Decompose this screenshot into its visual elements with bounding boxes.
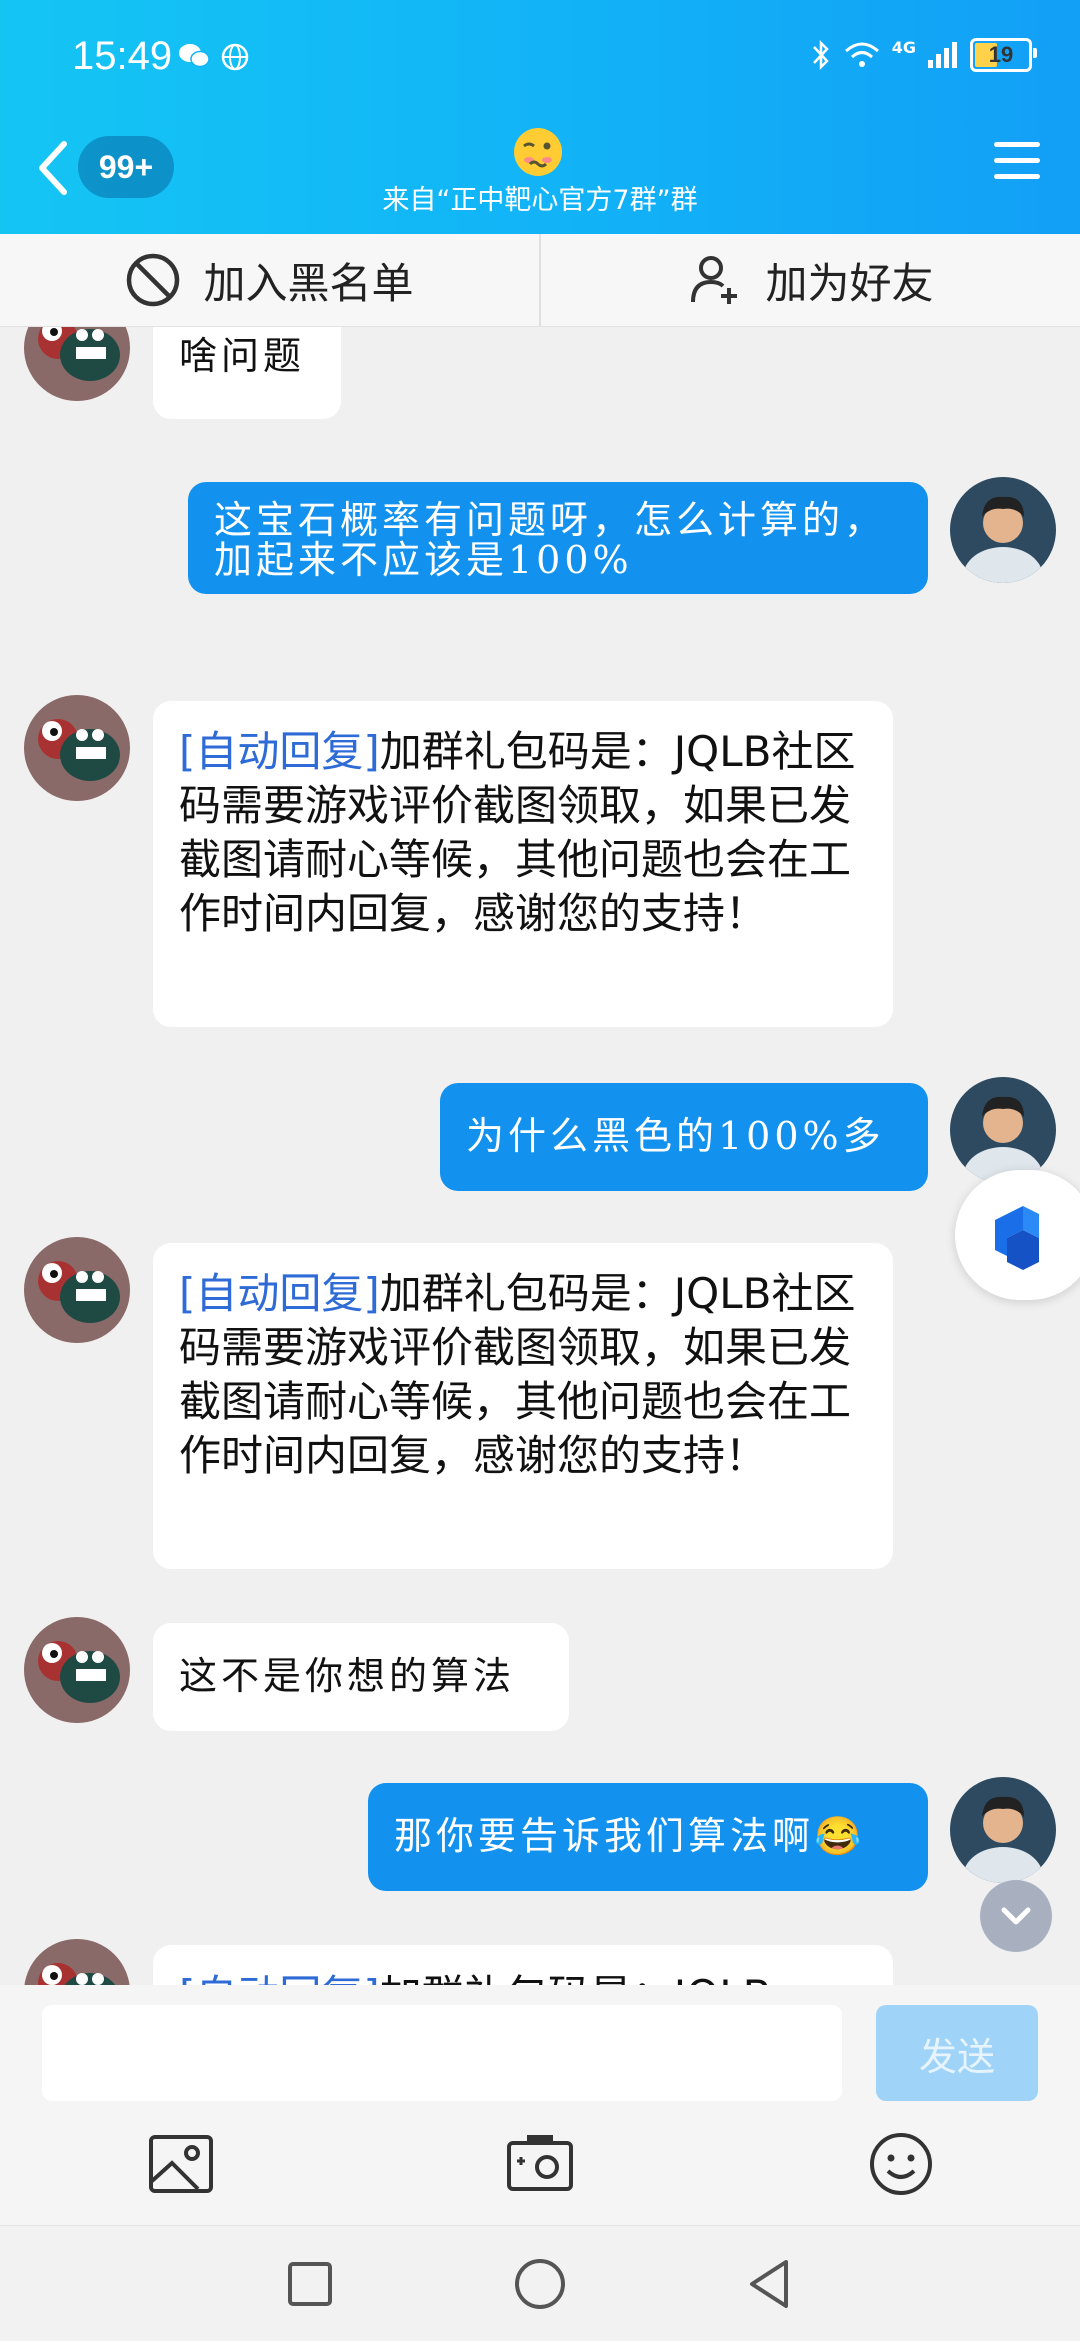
blacklist-button[interactable]: 加入黑名单	[0, 234, 539, 326]
message-text: 为什么黑色的100%多	[466, 1114, 885, 1158]
message-bubble-in[interactable]: 这不是你想的算法	[153, 1623, 569, 1731]
self-avatar[interactable]	[950, 477, 1056, 583]
person-avatar-icon	[950, 477, 1056, 583]
sender-avatar[interactable]	[24, 1939, 130, 1985]
cube-icon	[995, 1206, 1039, 1270]
person-avatar-icon	[950, 1077, 1056, 1183]
battery-level: 19	[988, 42, 1014, 67]
globe-icon	[221, 43, 249, 71]
sender-avatar[interactable]	[24, 695, 130, 801]
emoji-icon[interactable]	[866, 2131, 936, 2197]
self-avatar[interactable]	[950, 1077, 1056, 1183]
monster-avatar-icon	[24, 1237, 130, 1343]
person-avatar-icon	[950, 1777, 1056, 1883]
circle-icon[interactable]	[510, 2254, 570, 2314]
composer: 发送	[0, 1985, 1080, 2225]
action-bar: 加入黑名单 加为好友	[0, 234, 1080, 327]
system-nav-bar	[0, 2225, 1080, 2341]
monster-avatar-icon	[24, 695, 130, 801]
message-bubble-in[interactable]: [自动回复]加群礼包码是：JQLB社区码需要游戏评价截图领取，如果已发截图请耐心…	[153, 701, 893, 1027]
blacklist-label: 加入黑名单	[203, 258, 414, 308]
add-friend-button[interactable]: 加为好友	[541, 234, 1080, 326]
self-avatar[interactable]	[950, 1777, 1056, 1883]
message-text: 啥问题	[179, 334, 306, 378]
add-friend-label: 加为好友	[765, 258, 934, 308]
woozy-face-icon	[514, 128, 562, 176]
status-left-icons	[178, 42, 250, 72]
sender-avatar[interactable]	[24, 1617, 130, 1723]
sender-avatar[interactable]	[24, 1237, 130, 1343]
battery-icon: 19	[970, 38, 1037, 72]
message-text: 这宝石概率有问题呀，怎么计算的，加起来不应该是100%	[214, 498, 887, 582]
status-right-icons: 4G 19	[810, 37, 1037, 72]
scroll-down-button[interactable]	[980, 1880, 1052, 1952]
menu-icon[interactable]	[994, 142, 1040, 186]
wechat-icon	[179, 44, 210, 68]
status-bar: 15:49 4G 19	[0, 0, 1080, 120]
floating-app-button[interactable]	[955, 1170, 1080, 1300]
chat-area[interactable]: 啥问题 这宝石概率有问题呀，怎么计算的，加起来不应该是100% [自动回复]加群…	[0, 327, 1080, 1985]
monster-avatar-icon	[24, 1617, 130, 1723]
status-time: 15:49	[72, 34, 173, 78]
nav-bar: 99+ 来自“正中靶心官方7群”群	[0, 120, 1080, 234]
header: 15:49 4G 19 99+ 来自“正中靶心官方7群”群	[0, 0, 1080, 234]
message-text: 这不是你想的算法	[179, 1654, 516, 1698]
camera-icon[interactable]	[505, 2131, 575, 2197]
network-type-label: 4G	[891, 37, 916, 57]
triangle-back-icon[interactable]	[740, 2254, 800, 2314]
message-bubble-in[interactable]: 啥问题	[153, 327, 341, 419]
block-icon	[127, 253, 180, 307]
auto-reply-tag: [自动回复]	[179, 727, 380, 776]
message-bubble-in[interactable]: [自动回复]加群礼包码是：JQLB社区码需要游戏评价截图领取，如果已发截图请耐心…	[153, 1243, 893, 1569]
monster-avatar-icon	[24, 1939, 130, 1985]
message-text: 加群礼包码是：JQLB	[380, 1971, 772, 1985]
wifi-icon	[844, 42, 879, 67]
add-user-icon	[691, 256, 738, 304]
chevron-down-icon	[1001, 1907, 1031, 1925]
message-text: 那你要告诉我们算法啊😂	[394, 1814, 866, 1858]
message-bubble-out[interactable]: 那你要告诉我们算法啊😂	[368, 1783, 928, 1891]
auto-reply-tag: [自动回复]	[179, 1269, 380, 1318]
sender-avatar[interactable]	[24, 327, 130, 401]
message-bubble-out[interactable]: 这宝石概率有问题呀，怎么计算的，加起来不应该是100%	[188, 482, 928, 594]
bluetooth-icon	[812, 39, 829, 71]
square-icon[interactable]	[280, 2254, 340, 2314]
chat-title: 来自“正中靶心官方7群”群	[382, 185, 698, 216]
message-bubble-in[interactable]: [自动回复]加群礼包码是：JQLB	[153, 1945, 893, 1985]
send-button[interactable]: 发送	[876, 2005, 1038, 2101]
monster-avatar-icon	[24, 327, 130, 401]
signal-icon	[928, 42, 957, 68]
message-bubble-out[interactable]: 为什么黑色的100%多	[440, 1083, 928, 1191]
auto-reply-tag: [自动回复]	[179, 1971, 380, 1985]
image-icon[interactable]	[146, 2131, 216, 2197]
message-input[interactable]	[42, 2005, 842, 2101]
